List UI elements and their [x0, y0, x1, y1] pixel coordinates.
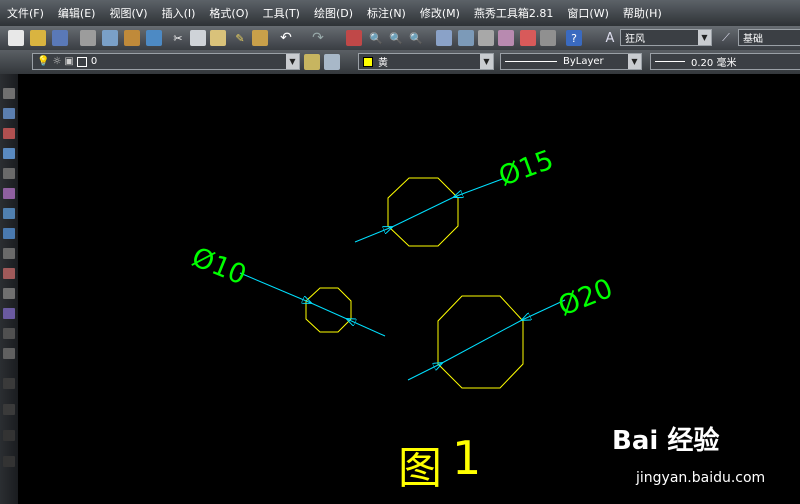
markup-icon[interactable]: [520, 30, 536, 46]
tool-icon[interactable]: [3, 188, 15, 199]
tool-icon[interactable]: [3, 148, 15, 159]
chevron-down-icon[interactable]: ▼: [286, 54, 299, 69]
3d-dwf-icon[interactable]: [146, 30, 162, 46]
save-icon[interactable]: [52, 30, 68, 46]
linetype-select[interactable]: ByLayer ▼: [500, 53, 642, 70]
color-select[interactable]: 黄 ▼: [358, 53, 494, 70]
bulb-icon: 💡: [37, 56, 50, 67]
tool-icon[interactable]: [3, 268, 15, 279]
pan-icon[interactable]: [346, 30, 362, 46]
menu-help[interactable]: 帮助(H): [616, 5, 669, 21]
tool-icon[interactable]: [3, 208, 15, 219]
menu-edit[interactable]: 编辑(E): [51, 5, 103, 21]
zoom-realtime-icon[interactable]: 🔍: [368, 30, 384, 46]
chevron-down-icon[interactable]: ▼: [480, 54, 493, 69]
layer-previous-icon[interactable]: [324, 54, 340, 70]
linetype-preview: [505, 61, 557, 62]
dim-style-icon: ⟋: [722, 31, 730, 44]
cut-icon[interactable]: ✂: [170, 30, 186, 46]
menu-yanxiu-toolbox[interactable]: 燕秀工具箱2.81: [467, 5, 561, 21]
zoom-window-icon[interactable]: 🔍: [388, 30, 404, 46]
properties-icon[interactable]: [436, 30, 452, 46]
chevron-down-icon[interactable]: ▼: [628, 54, 641, 69]
chevron-down-icon[interactable]: ▼: [698, 30, 711, 45]
copy-icon[interactable]: [190, 30, 206, 46]
lineweight-select[interactable]: 0.20 毫米: [650, 53, 800, 70]
menu-modify[interactable]: 修改(M): [413, 5, 467, 21]
yellow-swatch: [363, 56, 373, 67]
print-icon[interactable]: [80, 30, 96, 46]
menu-view[interactable]: 视图(V): [102, 5, 154, 21]
tool-icon[interactable]: [3, 348, 15, 359]
lineweight-preview: [655, 61, 685, 62]
properties-toolbar: 💡 ☼ ▣ 0 ▼ 黄 ▼ ByLayer ▼ 0.20 毫米: [0, 50, 800, 74]
tool-icon[interactable]: [3, 328, 15, 339]
block-editor-icon[interactable]: [252, 30, 268, 46]
menu-window[interactable]: 窗口(W): [560, 5, 615, 21]
tool-palettes-icon[interactable]: [478, 30, 494, 46]
redo-icon[interactable]: ↷: [310, 30, 326, 46]
undo-icon[interactable]: ↶: [278, 30, 294, 46]
lineweight-value: 0.20 毫米: [691, 58, 737, 69]
tool-icon[interactable]: [3, 456, 15, 467]
menu-bar: 文件(F) 编辑(E) 视图(V) 插入(I) 格式(O) 工具(T) 绘图(D…: [0, 0, 800, 26]
baidu-watermark-url: jingyan.baidu.com: [636, 470, 766, 486]
tool-icon[interactable]: [3, 378, 15, 389]
text-style-icon: A: [605, 30, 615, 46]
layer-value: 0: [90, 56, 98, 67]
sun-icon: ☼: [52, 56, 62, 67]
left-tool-strip: [0, 74, 18, 504]
color-value: 黄: [378, 58, 388, 69]
tool-icon[interactable]: [3, 108, 15, 119]
tool-icon[interactable]: [3, 248, 15, 259]
tool-icon[interactable]: [3, 168, 15, 179]
tool-icon[interactable]: [3, 88, 15, 99]
menu-dimension[interactable]: 标注(N): [360, 5, 413, 21]
match-properties-icon[interactable]: ✎: [232, 30, 248, 46]
menu-insert[interactable]: 插入(I): [155, 5, 203, 21]
open-file-icon[interactable]: [30, 30, 46, 46]
menu-draw[interactable]: 绘图(D): [307, 5, 360, 21]
text-style-value: 狂风: [625, 34, 645, 45]
tool-icon[interactable]: [3, 430, 15, 441]
tool-icon[interactable]: [3, 308, 15, 319]
tool-icon[interactable]: [3, 128, 15, 139]
help-icon[interactable]: ?: [566, 30, 582, 46]
dim-style-select[interactable]: 基础: [738, 29, 800, 46]
menu-format[interactable]: 格式(O): [202, 5, 255, 21]
standard-toolbar: ✂ ✎ ↶ ↷ 🔍 🔍 🔍 ? A 狂风 ▼ ⟋ 基础: [0, 26, 800, 50]
print-preview-icon[interactable]: [102, 30, 118, 46]
zoom-previous-icon[interactable]: 🔍: [408, 30, 424, 46]
dim-style-value: 基础: [743, 34, 763, 45]
lock-icon: ▣: [64, 56, 74, 67]
paste-icon[interactable]: [210, 30, 226, 46]
new-file-icon[interactable]: [8, 30, 24, 46]
baidu-watermark-logo: Bai 经验: [612, 426, 720, 456]
design-center-icon[interactable]: [458, 30, 474, 46]
menu-tools[interactable]: 工具(T): [256, 5, 307, 21]
calculator-icon[interactable]: [540, 30, 556, 46]
layer-select[interactable]: 💡 ☼ ▣ 0 ▼: [32, 53, 300, 70]
tool-icon[interactable]: [3, 228, 15, 239]
tool-icon[interactable]: [3, 404, 15, 415]
layer-manager-icon[interactable]: [304, 54, 320, 70]
linetype-value: ByLayer: [563, 56, 604, 67]
sheet-set-icon[interactable]: [498, 30, 514, 46]
publish-icon[interactable]: [124, 30, 140, 46]
menu-file[interactable]: 文件(F): [0, 5, 51, 21]
text-style-select[interactable]: 狂风 ▼: [620, 29, 712, 46]
layer-color-swatch: [76, 56, 87, 67]
tool-icon[interactable]: [3, 288, 15, 299]
